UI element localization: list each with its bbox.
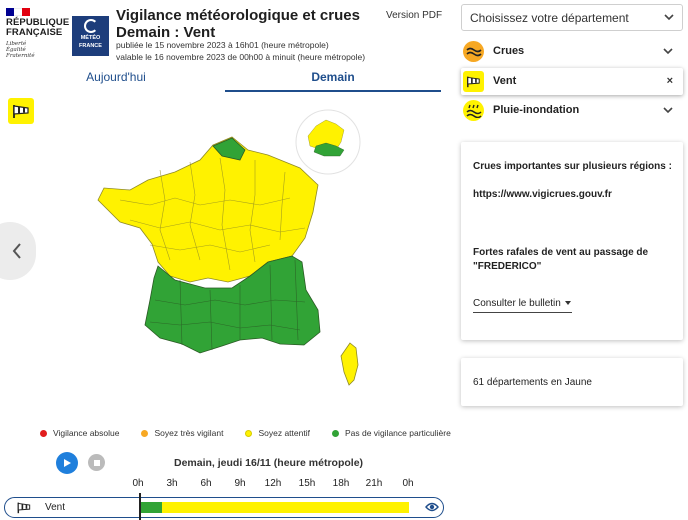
- motto: Liberté Égalité Fraternité: [6, 41, 66, 59]
- hour-tick: 21h: [365, 478, 383, 489]
- valid-info: valable le 16 novembre 2023 de 00h00 à m…: [116, 52, 366, 62]
- hour-tick: 9h: [234, 478, 246, 489]
- meteo-france-logo[interactable]: MÉTÉO FRANCE: [72, 16, 109, 56]
- close-icon[interactable]: ×: [667, 75, 673, 87]
- phenomenon-vent[interactable]: Vent ×: [461, 68, 683, 95]
- department-count: 61 départements en Jaune: [473, 377, 592, 388]
- rain-flood-icon: [463, 100, 484, 121]
- chevron-down-icon[interactable]: [663, 106, 673, 114]
- france-vigilance-map[interactable]: [0, 95, 460, 425]
- windsock-icon: [17, 502, 31, 514]
- phenomenon-label: Crues: [493, 45, 525, 57]
- timeline-segment: [161, 502, 409, 513]
- department-select[interactable]: Choisissez votre département: [461, 4, 683, 31]
- play-button[interactable]: [56, 452, 78, 474]
- legend-item-red: Vigilance absolue: [40, 428, 119, 438]
- published-info: publiée le 15 novembre 2023 à 16h01 (heu…: [116, 40, 329, 50]
- hour-tick: 3h: [166, 478, 178, 489]
- page-title: Vigilance météorologique et crues Demain…: [116, 7, 360, 41]
- timeline-date-label: Demain, jeudi 16/11 (heure métropole): [174, 457, 364, 469]
- french-flag-icon: [6, 8, 30, 16]
- map-legend: Vigilance absolue Soyez très vigilant So…: [40, 428, 473, 438]
- info-line1: Crues importantes sur plusieurs régions …: [473, 161, 672, 172]
- pdf-version-link[interactable]: Version PDF: [386, 10, 442, 21]
- phenomenon-label: Pluie-inondation: [493, 104, 580, 116]
- timeline-row-label: Vent: [45, 502, 66, 513]
- legend-label: Vigilance absolue: [53, 428, 120, 438]
- timeline-hours: 0h 3h 6h 9h 12h 15h 18h 21h 0h: [0, 478, 440, 492]
- phenomenon-crues[interactable]: Crues: [461, 38, 683, 65]
- bulletin-label: Consulter le bulletin: [473, 298, 561, 309]
- department-select-value: Choisissez votre département: [470, 11, 629, 25]
- count-card: 61 départements en Jaune: [461, 358, 683, 406]
- info-line4: "FREDERICO": [473, 261, 542, 272]
- republique-francaise-logo: RÉPUBLIQUE FRANÇAISE Liberté Égalité Fra…: [6, 8, 69, 59]
- stop-icon: [93, 459, 100, 466]
- legend-dot: [245, 429, 253, 437]
- legend-item-yellow: Soyez attentif: [245, 428, 310, 438]
- meteo-logo-line1: MÉTÉO: [80, 35, 101, 41]
- hour-tick: 15h: [298, 478, 316, 489]
- motto-fraternite: Fraternité: [6, 53, 35, 59]
- waves-icon: [463, 41, 484, 62]
- tab-today[interactable]: Aujourd'hui: [8, 70, 224, 92]
- vigicrues-link[interactable]: https://www.vigicrues.gouv.fr: [473, 188, 612, 201]
- windsock-icon: [463, 71, 484, 92]
- eye-icon[interactable]: [425, 501, 439, 513]
- legend-item-orange: Soyez très vigilant: [141, 428, 223, 438]
- title-line1: Vigilance météorologique et crues: [116, 7, 360, 24]
- timeline-bar[interactable]: Vent: [4, 493, 444, 520]
- republique-line2: FRANÇAISE: [6, 27, 63, 38]
- legend-label: Soyez très vigilant: [154, 428, 224, 438]
- hour-tick: 0h: [132, 478, 144, 489]
- info-line3: Fortes rafales de vent au passage de: [473, 247, 649, 258]
- hour-tick: 6h: [200, 478, 212, 489]
- caret-down-icon: [564, 301, 571, 305]
- legend-item-green: Pas de vigilance particulière: [331, 428, 451, 438]
- legend-label: Pas de vigilance particulière: [344, 428, 451, 438]
- chevron-down-icon[interactable]: [663, 47, 673, 55]
- hour-tick: 12h: [264, 478, 282, 489]
- legend-dot: [40, 429, 47, 437]
- meteo-logo-line2: FRANCE: [79, 43, 102, 49]
- timeline-cursor[interactable]: [139, 493, 141, 520]
- legend-dot: [331, 429, 339, 437]
- meteo-france-symbol-icon: [83, 19, 98, 33]
- timeline-segment: [139, 502, 162, 513]
- phenomenon-pluie-inondation[interactable]: Pluie-inondation: [461, 97, 683, 124]
- consult-bulletin-link[interactable]: Consulter le bulletin: [473, 297, 572, 313]
- title-line2: Demain : Vent: [116, 24, 216, 41]
- stop-button[interactable]: [88, 454, 105, 471]
- hour-tick: 0h: [402, 478, 414, 489]
- legend-label: Soyez attentif: [258, 428, 310, 438]
- info-card: Crues importantes sur plusieurs régions …: [461, 142, 683, 340]
- map-corsica: [340, 342, 359, 386]
- legend-dot: [141, 429, 149, 437]
- hour-tick: 18h: [332, 478, 350, 489]
- chevron-down-icon: [664, 14, 674, 21]
- phenomenon-label: Vent: [493, 75, 517, 87]
- tab-tomorrow[interactable]: Demain: [225, 70, 441, 92]
- play-icon: [64, 459, 71, 467]
